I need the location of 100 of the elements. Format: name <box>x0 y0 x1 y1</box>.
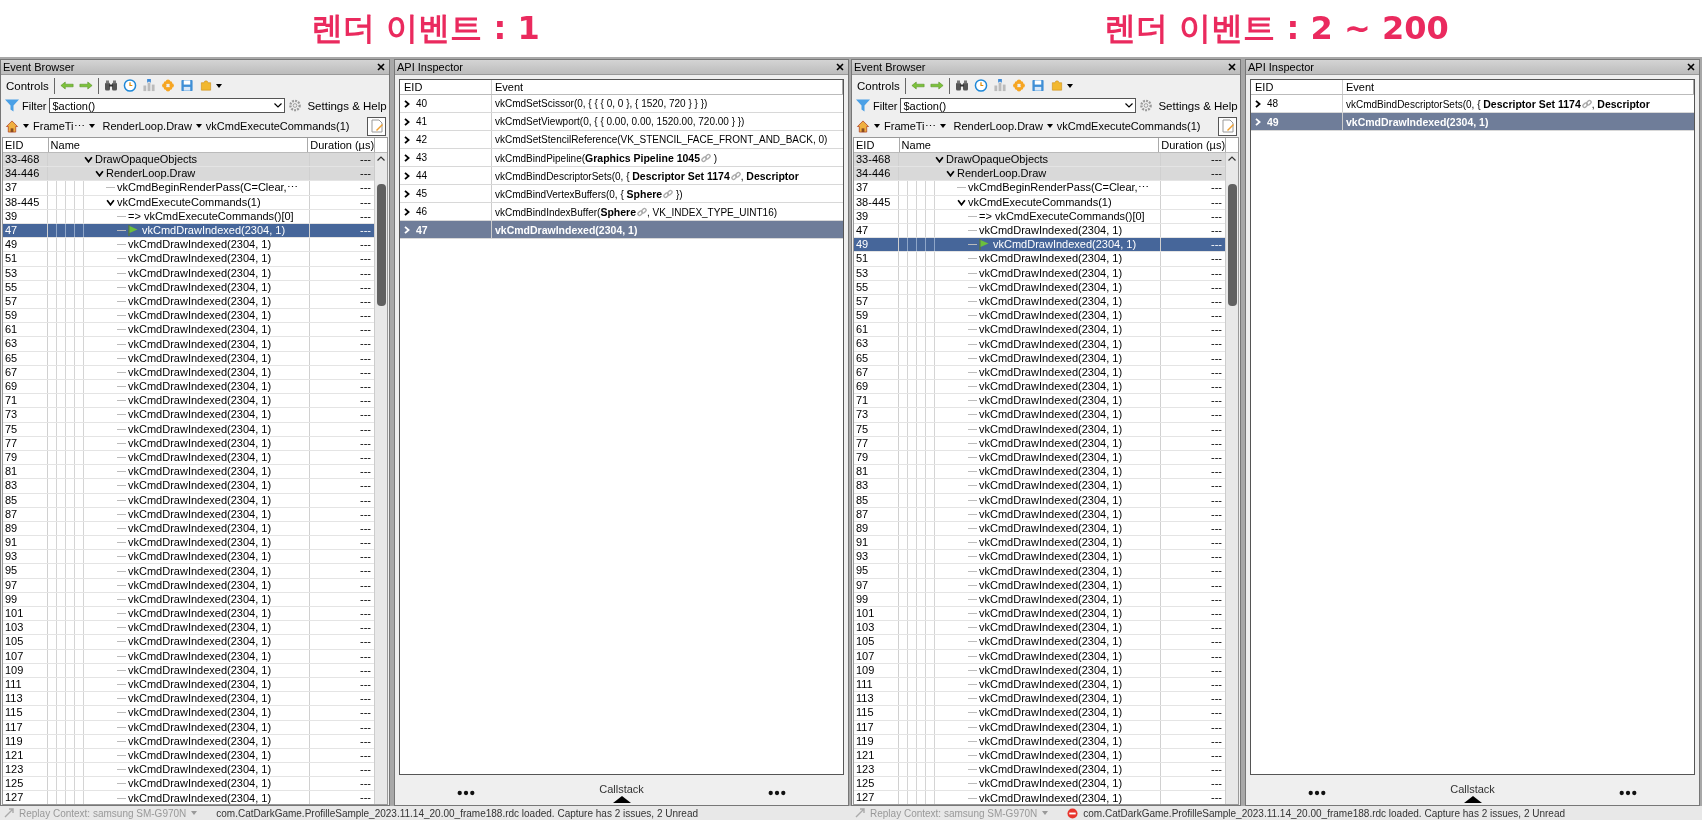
breadcrumb-item[interactable]: RenderLoop.Draw <box>102 120 192 132</box>
column-header[interactable]: EID <box>854 138 900 152</box>
event-row[interactable]: 121 vkCmdDrawIndexed(2304, 1) --- <box>854 748 1225 764</box>
event-row[interactable]: 113 vkCmdDrawIndexed(2304, 1) --- <box>3 692 374 707</box>
event-row[interactable]: 87 vkCmdDrawIndexed(2304, 1) --- <box>3 507 374 522</box>
event-row[interactable]: 57 vkCmdDrawIndexed(2304, 1) --- <box>854 294 1225 310</box>
api-call-row[interactable]: 44 vkCmdBindDescriptorSets(0, { Descriptor Set 1174 , Descriptor <box>400 167 843 185</box>
event-row[interactable]: 55 vkCmdDrawIndexed(2304, 1) --- <box>854 280 1225 295</box>
event-row[interactable]: 37 vkCmdBeginRenderPass(C=Clear,⋯ --- <box>854 181 1225 196</box>
event-row[interactable]: 65 vkCmdDrawIndexed(2304, 1) --- <box>854 351 1225 366</box>
settings-help-button[interactable]: Settings & Help <box>1156 99 1240 112</box>
event-row[interactable]: 115 vkCmdDrawIndexed(2304, 1) --- <box>854 706 1225 721</box>
event-row[interactable]: 99 vkCmdDrawIndexed(2304, 1) --- <box>854 592 1225 607</box>
event-row[interactable]: 65 vkCmdDrawIndexed(2304, 1) --- <box>3 351 374 366</box>
column-header[interactable]: EID <box>1251 80 1343 94</box>
event-row[interactable]: 39 => vkCmdExecuteCommands()[0] --- <box>3 209 374 224</box>
column-header[interactable]: Name <box>899 138 1160 152</box>
event-row[interactable]: 113 vkCmdDrawIndexed(2304, 1) --- <box>854 692 1225 707</box>
event-row[interactable]: 59 vkCmdDrawIndexed(2304, 1) --- <box>854 309 1225 324</box>
event-row[interactable]: 123 vkCmdDrawIndexed(2304, 1) --- <box>3 763 374 778</box>
resource-link[interactable]: Descriptor Set 1174 <box>1483 97 1592 110</box>
event-row[interactable]: 87 vkCmdDrawIndexed(2304, 1) --- <box>854 507 1225 522</box>
event-row[interactable]: 85 vkCmdDrawIndexed(2304, 1) --- <box>854 493 1225 508</box>
breadcrumb-item[interactable]: FrameTi⋯ <box>884 119 936 133</box>
event-row[interactable]: 83 vkCmdDrawIndexed(2304, 1) --- <box>854 479 1225 494</box>
event-row[interactable]: 75 vkCmdDrawIndexed(2304, 1) --- <box>3 422 374 437</box>
event-row[interactable]: 67 vkCmdDrawIndexed(2304, 1) --- <box>854 365 1225 380</box>
resource-link[interactable]: Descriptor <box>746 169 799 182</box>
event-row[interactable]: 37 vkCmdBeginRenderPass(C=Clear,⋯ --- <box>3 181 374 196</box>
event-row[interactable]: 39 => vkCmdExecuteCommands()[0] --- <box>854 209 1225 224</box>
breadcrumb-item[interactable]: RenderLoop.Draw <box>953 120 1043 132</box>
api-call-row[interactable]: 42 vkCmdSetStencilReference(VK_STENCIL_FACE_FRONT_AND_BACK, 0) <box>400 131 843 149</box>
event-row[interactable]: 57 vkCmdDrawIndexed(2304, 1) --- <box>3 294 374 310</box>
event-row[interactable]: 125 vkCmdDrawIndexed(2304, 1) --- <box>3 777 374 792</box>
filter-field[interactable]: $action() <box>49 98 286 113</box>
event-row[interactable]: 38-445 vkCmdExecuteCommands(1) --- <box>854 195 1225 210</box>
resource-link[interactable]: Sphere <box>626 187 674 200</box>
column-header[interactable]: Name <box>48 138 309 152</box>
event-row[interactable]: 63 vkCmdDrawIndexed(2304, 1) --- <box>854 337 1225 352</box>
event-row[interactable]: 89 vkCmdDrawIndexed(2304, 1) --- <box>3 521 374 537</box>
event-row[interactable]: 99 vkCmdDrawIndexed(2304, 1) --- <box>3 592 374 607</box>
column-header[interactable]: Event <box>1343 80 1694 94</box>
event-row[interactable]: 69 vkCmdDrawIndexed(2304, 1) --- <box>854 380 1225 395</box>
event-row[interactable]: 53 vkCmdDrawIndexed(2304, 1) --- <box>854 266 1225 281</box>
column-header[interactable]: Duration (µs) <box>308 138 376 152</box>
event-row[interactable]: 73 vkCmdDrawIndexed(2304, 1) --- <box>3 408 374 423</box>
event-row[interactable]: 79 vkCmdDrawIndexed(2304, 1) --- <box>854 450 1225 466</box>
event-row[interactable]: 93 vkCmdDrawIndexed(2304, 1) --- <box>3 550 374 565</box>
event-row[interactable]: 51 vkCmdDrawIndexed(2304, 1) --- <box>3 252 374 267</box>
event-row[interactable]: 103 vkCmdDrawIndexed(2304, 1) --- <box>854 621 1225 636</box>
settings-help-button[interactable]: Settings & Help <box>305 99 389 112</box>
event-row[interactable]: 121 vkCmdDrawIndexed(2304, 1) --- <box>3 748 374 764</box>
event-row[interactable]: 61 vkCmdDrawIndexed(2304, 1) --- <box>3 323 374 338</box>
api-call-row[interactable]: 47 vkCmdDrawIndexed(2304, 1) <box>400 221 843 239</box>
event-row[interactable]: 115 vkCmdDrawIndexed(2304, 1) --- <box>3 706 374 721</box>
event-row[interactable]: 97 vkCmdDrawIndexed(2304, 1) --- <box>3 578 374 593</box>
column-header[interactable]: EID <box>3 138 49 152</box>
event-row[interactable]: 77 vkCmdDrawIndexed(2304, 1) --- <box>854 436 1225 451</box>
event-row[interactable]: 97 vkCmdDrawIndexed(2304, 1) --- <box>854 578 1225 593</box>
callstack-toggle[interactable]: Callstack <box>599 783 644 803</box>
event-row[interactable]: 59 vkCmdDrawIndexed(2304, 1) --- <box>3 309 374 324</box>
event-row[interactable]: 111 vkCmdDrawIndexed(2304, 1) --- <box>3 677 374 693</box>
event-row[interactable]: 69 vkCmdDrawIndexed(2304, 1) --- <box>3 380 374 395</box>
event-row[interactable]: 79 vkCmdDrawIndexed(2304, 1) --- <box>3 450 374 466</box>
api-call-row[interactable]: 43 vkCmdBindPipeline(Graphics Pipeline 1045 ) <box>400 149 843 167</box>
breadcrumb-item[interactable]: vkCmdExecuteCommands(1) <box>205 120 350 132</box>
event-row[interactable]: 85 vkCmdDrawIndexed(2304, 1) --- <box>3 493 374 508</box>
breadcrumb-item[interactable]: vkCmdExecuteCommands(1) <box>1056 120 1201 132</box>
event-row[interactable]: 33-468 DrawOpaqueObjects --- <box>3 153 374 168</box>
resource-link[interactable]: Sphere <box>600 205 648 218</box>
event-row[interactable]: 75 vkCmdDrawIndexed(2304, 1) --- <box>854 422 1225 437</box>
event-row[interactable]: 77 vkCmdDrawIndexed(2304, 1) --- <box>3 436 374 451</box>
event-row[interactable]: 107 vkCmdDrawIndexed(2304, 1) --- <box>3 649 374 664</box>
event-row[interactable]: 103 vkCmdDrawIndexed(2304, 1) --- <box>3 621 374 636</box>
event-row[interactable]: 91 vkCmdDrawIndexed(2304, 1) --- <box>3 536 374 551</box>
event-row[interactable]: 83 vkCmdDrawIndexed(2304, 1) --- <box>3 479 374 494</box>
api-call-row[interactable]: 45 vkCmdBindVertexBuffers(0, { Sphere }) <box>400 185 843 203</box>
event-row[interactable]: 55 vkCmdDrawIndexed(2304, 1) --- <box>3 280 374 295</box>
event-row[interactable]: 33-468 DrawOpaqueObjects --- <box>854 153 1225 168</box>
api-call-row[interactable]: 41 vkCmdSetViewport(0, { { 0.00, 0.00, 1520.00, 720.00 } }) <box>400 113 843 131</box>
event-row[interactable]: 109 vkCmdDrawIndexed(2304, 1) --- <box>854 663 1225 678</box>
event-row[interactable]: 105 vkCmdDrawIndexed(2304, 1) --- <box>3 635 374 650</box>
callstack-toggle[interactable]: Callstack <box>1450 783 1495 803</box>
resource-link[interactable]: Descriptor Set 1174 <box>632 169 741 182</box>
event-row[interactable]: 91 vkCmdDrawIndexed(2304, 1) --- <box>854 536 1225 551</box>
event-row[interactable]: 73 vkCmdDrawIndexed(2304, 1) --- <box>854 408 1225 423</box>
event-row[interactable]: 71 vkCmdDrawIndexed(2304, 1) --- <box>3 394 374 409</box>
event-row[interactable]: 49 vkCmdDrawIndexed(2304, 1) --- <box>3 238 374 253</box>
event-row[interactable]: 101 vkCmdDrawIndexed(2304, 1) --- <box>3 607 374 622</box>
event-row[interactable]: 38-445 vkCmdExecuteCommands(1) --- <box>3 195 374 210</box>
breadcrumb-item[interactable]: FrameTi⋯ <box>33 119 85 133</box>
event-row[interactable]: 93 vkCmdDrawIndexed(2304, 1) --- <box>854 550 1225 565</box>
event-row[interactable]: 127 vkCmdDrawIndexed(2304, 1) --- <box>854 791 1225 804</box>
resource-link[interactable]: Graphics Pipeline 1045 <box>585 151 712 164</box>
event-row[interactable]: 89 vkCmdDrawIndexed(2304, 1) --- <box>854 521 1225 537</box>
event-row[interactable]: 61 vkCmdDrawIndexed(2304, 1) --- <box>854 323 1225 338</box>
event-row[interactable]: 49 vkCmdDrawIndexed(2304, 1) --- <box>854 238 1225 253</box>
event-row[interactable]: 109 vkCmdDrawIndexed(2304, 1) --- <box>3 663 374 678</box>
column-header[interactable]: Event <box>492 80 843 94</box>
event-row[interactable]: 127 vkCmdDrawIndexed(2304, 1) --- <box>3 791 374 804</box>
